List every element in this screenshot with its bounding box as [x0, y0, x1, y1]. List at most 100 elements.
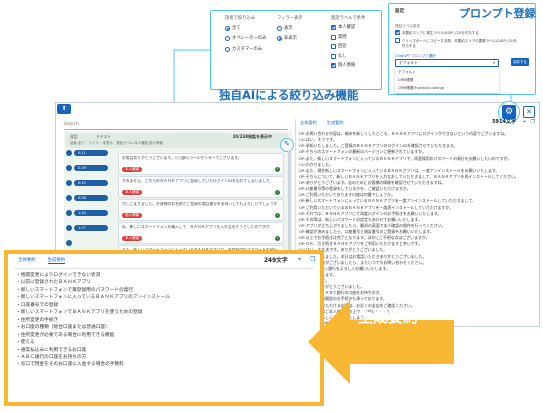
label-option-answer[interactable]: 回答: [331, 43, 381, 53]
checkbox-icon[interactable]: [331, 44, 336, 50]
label-badge[interactable]: 本人確認: [122, 190, 143, 195]
settings-button[interactable]: ⚙: [502, 105, 516, 119]
label-badge[interactable]: 本人確認: [122, 236, 143, 241]
edit-filter-button[interactable]: ✎: [280, 138, 294, 152]
utterance-footer: 本人確認 ✓: [122, 236, 280, 241]
filter-panel: 話者で絞り込み 全て オペレーターのみ カスタマーのみ フィラー表示 表示 非表…: [210, 10, 382, 90]
radio-icon[interactable]: [225, 46, 230, 52]
prompt-settings-panel: 設定 プロンプト登録 発話ラベル設定 本要約エリアに発生ラベルのIDP_CGIを…: [388, 3, 536, 95]
upload-icon: ⬆: [61, 105, 67, 112]
utterance-text: すみません、こちらのＢＡＮＫアプリに登録していたログインIDを忘れてしまいました: [122, 179, 270, 183]
timeline-count: 20/238発話を表示中: [232, 134, 272, 139]
timeline-dot[interactable]: [66, 165, 72, 171]
checkbox-icon[interactable]: [395, 30, 400, 35]
label-option-question[interactable]: 質問: [331, 34, 381, 44]
menu-item-default[interactable]: デフォルト: [395, 68, 499, 76]
summary-item: ・お口座の種類（総合口座または普通口座）: [16, 325, 110, 331]
checkbox-icon[interactable]: [331, 63, 336, 69]
pin-icon[interactable]: ⌖: [523, 119, 526, 126]
summary-callout-title: 生成要約: [358, 308, 419, 326]
label-option-identity[interactable]: 本人確認: [331, 24, 381, 34]
menu-item-crm[interactable]: CRM連携: [395, 76, 499, 84]
timeline-time-label[interactable]: 1:10: [74, 210, 108, 216]
label-filter-group: 発話ラベルで条件 本人確認 質問 回答 なし 個人情報: [331, 15, 381, 72]
timeline-time-label[interactable]: 0:45: [74, 180, 108, 186]
speaker-option-operator[interactable]: オペレーターのみ: [225, 35, 277, 46]
checkbox-icon[interactable]: [331, 34, 336, 40]
timeline-time-label[interactable]: 0:11: [74, 150, 108, 156]
utterance-card[interactable]: 私、新しいスマートフォンを購入して、ＢＡＮＫアプリを入れなおそうとしたのですが本…: [118, 222, 284, 244]
save-button[interactable]: 保存する: [511, 58, 529, 66]
label-badge[interactable]: 個人情報: [122, 213, 143, 218]
timeline-col-text: テキスト: [96, 134, 112, 139]
upload-button[interactable]: ⬆: [57, 104, 71, 114]
utterance-footer: 本人確認 ✓: [122, 190, 280, 195]
prompt-option-1[interactable]: 本要約エリアに発生ラベルのIDP_CGIを付与する: [395, 30, 525, 36]
radio-icon[interactable]: [277, 25, 282, 31]
radio-icon[interactable]: [225, 36, 230, 42]
summary-item: ・口座番号での登録: [16, 302, 59, 308]
utterance-text: 私、新しいスマートフォンを購入して、ＢＡＮＫアプリを入れなおそうとしたのですが: [122, 225, 270, 229]
timeline-time-label[interactable]: 0:58: [74, 195, 108, 201]
timeline-dot[interactable]: [66, 195, 72, 201]
dropdown-label: ChatGPT プロンプト選択: [395, 54, 436, 58]
checkbox-icon[interactable]: [331, 25, 336, 31]
speaker-filter-title: 話者で絞り込み: [225, 16, 256, 22]
utterance-footer: 個人情報 ✓: [122, 213, 280, 218]
summary-tab-generated[interactable]: 生成要約: [47, 258, 66, 265]
prompt-option-2[interactable]: クリップボードにコピーする際、本要約エリアの要素ラベルのIDP_CGIを付与する: [395, 38, 520, 48]
checkbox-icon[interactable]: [331, 53, 336, 59]
check-icon[interactable]: ✓: [275, 213, 280, 218]
pin-icon[interactable]: ⌖: [298, 256, 301, 264]
menu-item-crm-function[interactable]: CRM連携(Function calling): [395, 84, 499, 92]
radio-icon[interactable]: [277, 36, 282, 42]
utterance-footer: 本人確認 ✓: [122, 167, 280, 172]
arrow-icon: [308, 300, 454, 384]
copy-icon[interactable]: ❐: [310, 256, 315, 264]
summary-item: ・新しいスマートフォンでＢＡＮＫアプリを使うための登録: [16, 310, 143, 316]
utterance-text: お電話ありがとうございます。○○銀行コールセンターでございます。: [122, 156, 242, 160]
speaker-option-customer[interactable]: カスタマーのみ: [225, 45, 277, 56]
filler-filter-title: フィラー表示: [277, 16, 303, 22]
summary-panel: 全体要約 生成要約 249文字 ⌖ ❐ ・格闘変更によりログインできない状況 ・以…: [4, 250, 324, 406]
utterance-card[interactable]: お電話ありがとうございます。○○銀行コールセンターでございます。 本人確認 ✓: [118, 153, 284, 175]
check-icon[interactable]: ✓: [275, 236, 280, 241]
speaker-option-all[interactable]: 全て: [225, 24, 277, 35]
label-option-personal[interactable]: 個人情報: [331, 62, 381, 72]
timeline-dot[interactable]: [66, 225, 72, 231]
summary-item: ・新しいスマートフォンに入っているＢＡＮＫアプリのアンインストール: [16, 295, 171, 301]
summary-item: ・窓口で現金をそのお口座に入金する場合の手数料: [16, 362, 124, 368]
utterance-card[interactable]: すみません、こちらのＢＡＮＫアプリに登録していたログインIDを忘れてしまいました…: [118, 176, 284, 198]
utterance-card[interactable]: かしこまりました。お客様のお名前とご登録の電話番号をお伺いしてもよろしいでしょう…: [118, 199, 284, 221]
search-input[interactable]: Search: [64, 120, 288, 130]
utterance-text: かしこまりました。お客様のお名前とご登録の電話番号をお伺いしてもよろしいでしょう…: [122, 202, 278, 206]
timeline-dot[interactable]: [66, 150, 72, 156]
timeline-dot[interactable]: [66, 240, 72, 246]
timeline-dot[interactable]: [66, 180, 72, 186]
summary-item: ・通常払込みに利用できるお口座: [16, 347, 87, 353]
timeline-time-label[interactable]: 0:29: [74, 165, 108, 171]
filler-option-hide[interactable]: 非表示: [277, 35, 317, 46]
label-badge[interactable]: 本人確認: [122, 167, 143, 172]
summary-item: ・住所変更の手続き: [16, 317, 59, 323]
filler-option-show[interactable]: 表示: [277, 24, 317, 35]
radio-icon[interactable]: [225, 25, 230, 31]
checkbox-icon[interactable]: [395, 38, 400, 43]
timeline-time-label[interactable]: 1:27: [74, 225, 108, 231]
label-option-none[interactable]: なし: [331, 53, 381, 63]
tab-full-summary[interactable]: 全体要約: [300, 120, 317, 126]
prompt-select[interactable]: デフォルト ▾: [395, 59, 499, 67]
summary-item: ・住所変更が必要である場合に利用できる機能: [16, 332, 115, 338]
close-button[interactable]: ✕: [523, 106, 535, 118]
label-filter-title: 発話ラベルで条件: [331, 16, 366, 22]
check-icon[interactable]: ✓: [275, 167, 280, 172]
check-icon[interactable]: ✓: [275, 190, 280, 195]
timeline-dot[interactable]: [66, 210, 72, 216]
copy-icon[interactable]: ❐: [531, 119, 535, 126]
summary-item: ・新しいスマートフォンで再登録用のパスワードの発行: [16, 287, 134, 293]
summary-tab-full[interactable]: 全体要約: [18, 258, 36, 264]
transcript-tabs: 全体要約 生成要約: [300, 120, 344, 126]
filler-filter-group: フィラー表示 表示 非表示: [277, 15, 317, 45]
label-settings-section: 発話ラベル設定: [395, 24, 421, 28]
tab-generated-summary[interactable]: 生成要約: [327, 120, 344, 126]
